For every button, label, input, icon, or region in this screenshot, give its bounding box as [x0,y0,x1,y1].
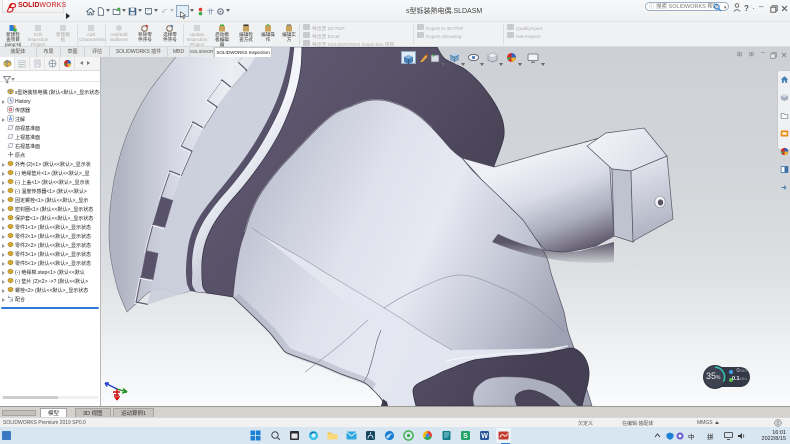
svg-text:W: W [481,433,488,440]
svg-text:S: S [463,433,468,440]
